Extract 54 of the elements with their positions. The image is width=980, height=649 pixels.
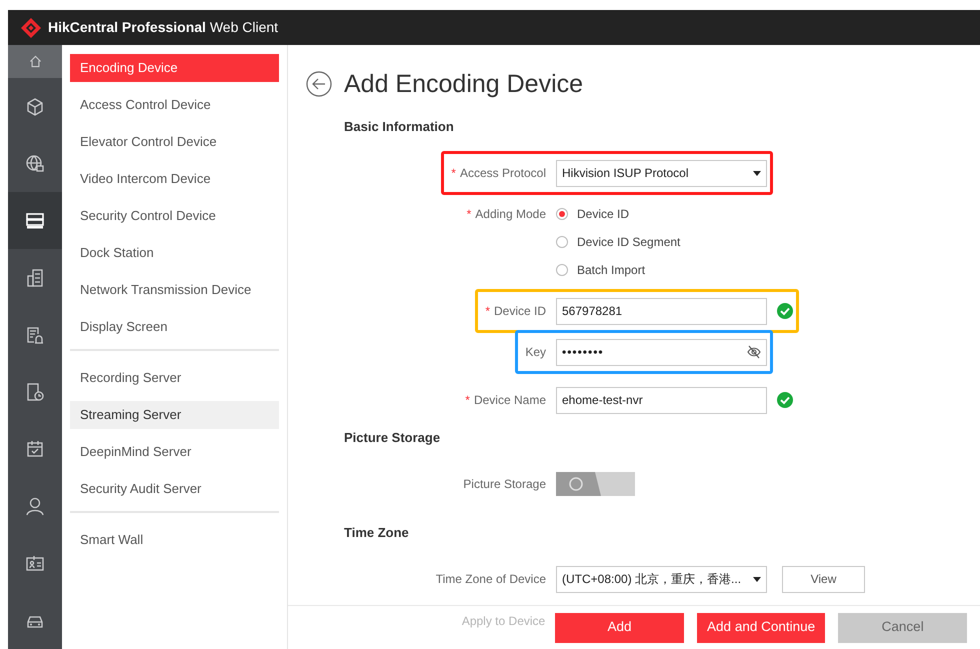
add-button[interactable]: Add and Continue [696, 612, 826, 642]
report-icon [25, 324, 45, 344]
field-label: Key [525, 345, 546, 359]
field-label: * Adding Mode [466, 207, 546, 221]
submenu-item[interactable]: DeepinMind Server [70, 438, 279, 466]
submenu-item[interactable]: Network Transmission Device [70, 276, 279, 304]
submenu-item[interactable]: Streaming Server [70, 401, 279, 429]
cube-icon [25, 96, 45, 116]
field-label: Time Zone of Device [436, 572, 546, 586]
dropdown[interactable]: Hikvision ISUP Protocol [556, 160, 767, 186]
caret-icon [753, 170, 761, 176]
radio-button[interactable] [556, 208, 568, 220]
add-button[interactable]: Add [555, 612, 684, 642]
section-title: Time Zone [344, 524, 410, 542]
toggle-switch[interactable] [556, 472, 635, 496]
view-button[interactable]: View [782, 566, 865, 592]
field-label: * Device Name [465, 393, 546, 407]
globe-icon [25, 154, 45, 174]
submenu-item[interactable]: Display Screen [70, 313, 279, 341]
input-field[interactable]: 567978281 [556, 298, 767, 324]
tablet-icon [25, 382, 45, 402]
field-label: Apply to Device [460, 612, 546, 630]
submenu-item[interactable]: Security Audit Server [70, 475, 279, 503]
submenu-item[interactable]: Video Intercom Device [70, 165, 279, 193]
radio-button[interactable] [556, 236, 568, 248]
dropdown[interactable]: (UTC+08:00) 北京，重庆，香港... [556, 566, 767, 592]
radio-label: Device ID Segment [577, 234, 680, 251]
field-label: * Access Protocol [451, 166, 546, 180]
field-label: Picture Storage [463, 477, 546, 491]
radio-button[interactable] [556, 264, 568, 276]
building-icon [25, 268, 45, 288]
section-title: Picture Storage [344, 429, 442, 448]
submenu-item[interactable]: Security Control Device [70, 202, 279, 230]
radio-label: Batch Import [577, 262, 646, 279]
radio-label: Device ID [577, 206, 630, 223]
logo-icon [20, 16, 42, 38]
submenu-item[interactable]: Encoding Device [70, 54, 279, 82]
submenu-item[interactable]: Elevator Control Device [70, 128, 279, 156]
hidden-eye-icon [747, 345, 761, 359]
calendar-icon [25, 438, 45, 458]
submenu-item[interactable]: Recording Server [70, 364, 279, 392]
back-icon [306, 70, 332, 96]
person-icon [25, 496, 45, 516]
page-title: Add Encoding Device [344, 68, 584, 98]
submenu-item[interactable]: Dock Station [70, 239, 279, 267]
field-label: * Device ID [485, 304, 546, 318]
input-field[interactable]: ehome-test-nvr [556, 386, 767, 414]
app-title: HikCentral Professional Web Client [48, 18, 278, 37]
input-field[interactable]: •••••••• [556, 338, 767, 366]
submenu-item[interactable]: Smart Wall [70, 526, 279, 554]
server-icon [25, 210, 45, 230]
submenu-item[interactable]: Access Control Device [70, 91, 279, 119]
caret-icon [753, 576, 761, 582]
section-title: Basic Information [344, 118, 455, 136]
